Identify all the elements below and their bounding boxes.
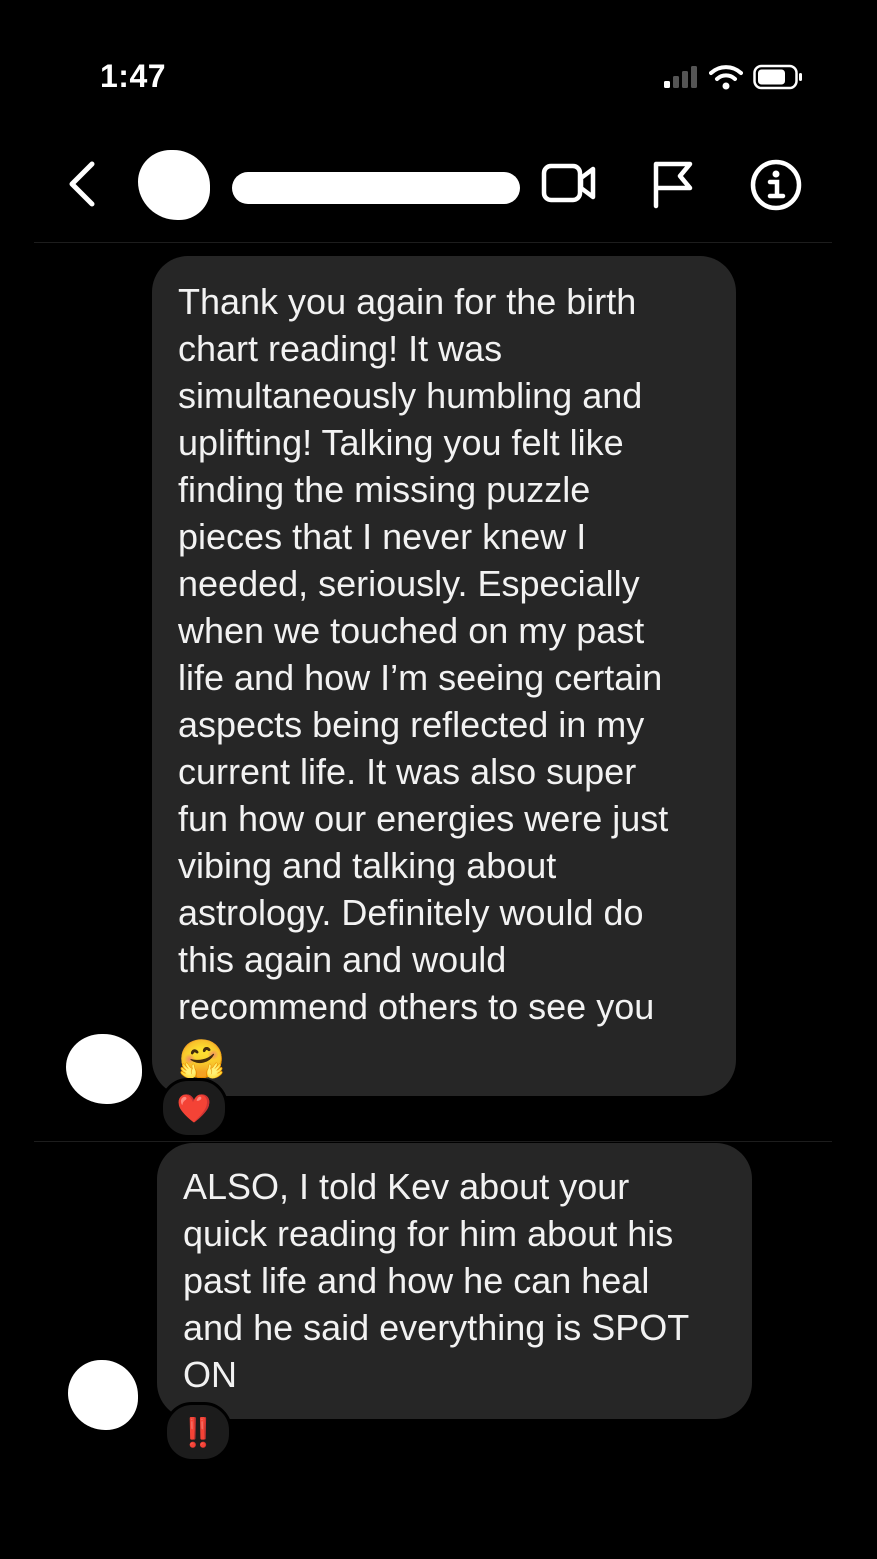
hugging-face-emoji: 🤗 xyxy=(178,1039,226,1081)
header-divider xyxy=(34,242,832,243)
sender-avatar[interactable] xyxy=(66,1034,142,1104)
heart-icon: ❤️ xyxy=(176,1092,212,1124)
video-camera-icon[interactable] xyxy=(541,162,597,206)
message-text: Thank you again for the birth chart read… xyxy=(178,281,669,1027)
sender-avatar[interactable] xyxy=(68,1360,138,1430)
message-text: ALSO, I told Kev about your quick readin… xyxy=(183,1166,690,1395)
wifi-icon xyxy=(709,65,743,90)
chevron-left-icon[interactable] xyxy=(62,160,102,208)
status-time: 1:47 xyxy=(100,58,167,94)
heart-reaction[interactable]: ❤️ xyxy=(160,1078,228,1138)
cellular-signal-icon xyxy=(664,66,697,88)
avatar[interactable] xyxy=(138,150,210,220)
info-icon[interactable] xyxy=(749,158,803,212)
battery-icon xyxy=(753,64,802,90)
chat-header xyxy=(0,138,877,228)
status-icons xyxy=(663,64,803,90)
flag-icon[interactable] xyxy=(650,158,696,210)
message-bubble[interactable]: ALSO, I told Kev about your quick readin… xyxy=(157,1143,752,1419)
double-exclamation-icon: ‼️ xyxy=(180,1416,216,1448)
double-exclamation-reaction[interactable]: ‼️ xyxy=(164,1402,232,1462)
username-redacted[interactable] xyxy=(232,172,520,204)
message-divider xyxy=(34,1141,832,1142)
message-bubble[interactable]: Thank you again for the birth chart read… xyxy=(152,256,736,1096)
